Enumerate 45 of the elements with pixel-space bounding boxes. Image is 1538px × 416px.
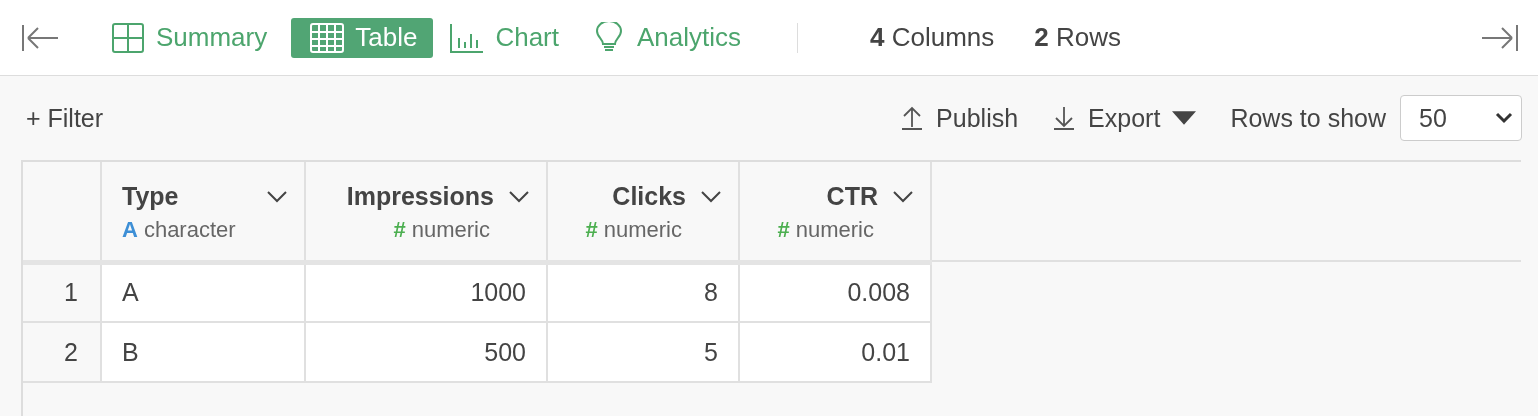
- bar-chart-icon: [449, 21, 486, 54]
- table-cell: A: [101, 262, 305, 322]
- chevron-down-icon[interactable]: [508, 189, 530, 204]
- upload-icon: [900, 105, 925, 131]
- table-cell: 5: [547, 322, 739, 382]
- collapse-left-icon[interactable]: [20, 22, 60, 53]
- chevron-down-icon[interactable]: [892, 189, 914, 204]
- count-label: 4 Columns: [870, 22, 995, 53]
- table-cell: 500: [305, 322, 547, 382]
- count-label: 2 Rows: [1034, 22, 1122, 53]
- table-cell: 0.008: [739, 262, 931, 322]
- filter-button[interactable]: + Filter: [26, 103, 104, 133]
- type-icon: A: [122, 217, 138, 243]
- column-header[interactable]: Type A character: [101, 162, 305, 262]
- table-cell: 0.01: [739, 322, 931, 382]
- rows-to-show-label: Rows to show: [1230, 103, 1386, 133]
- column-type: numeric: [795, 217, 874, 243]
- column-type: numeric: [603, 217, 682, 243]
- download-icon: [1052, 105, 1077, 131]
- column-type: character: [143, 217, 236, 243]
- column-header[interactable]: Clicks # numeric: [547, 162, 739, 262]
- table-cell: B: [101, 322, 305, 382]
- type-icon: #: [777, 217, 790, 243]
- table-cell: 1000: [305, 262, 547, 322]
- column-name: CTR: [826, 182, 878, 211]
- row-number: 2: [23, 322, 101, 382]
- column-name: Clicks: [612, 182, 686, 211]
- column-header[interactable]: Impressions # numeric: [305, 162, 547, 262]
- table-cell: 8: [547, 262, 739, 322]
- publish-button[interactable]: Publish: [900, 103, 1019, 133]
- chevron-down-icon[interactable]: [700, 189, 722, 204]
- type-icon: #: [585, 217, 598, 243]
- row-number: 1: [23, 262, 101, 322]
- rows-select[interactable]: 50: [1400, 95, 1522, 141]
- grid-icon: [110, 21, 146, 54]
- column-type: numeric: [411, 217, 490, 243]
- chevron-down-icon[interactable]: [266, 189, 288, 204]
- collapse-right-icon[interactable]: [1480, 22, 1520, 53]
- column-name: Impressions: [346, 182, 494, 211]
- table-icon: [309, 21, 346, 54]
- chevron-down-icon: [1495, 112, 1513, 124]
- column-name: Type: [122, 182, 179, 211]
- column-header[interactable]: CTR # numeric: [739, 162, 931, 262]
- export-button[interactable]: Export: [1052, 103, 1197, 133]
- type-icon: #: [393, 217, 406, 243]
